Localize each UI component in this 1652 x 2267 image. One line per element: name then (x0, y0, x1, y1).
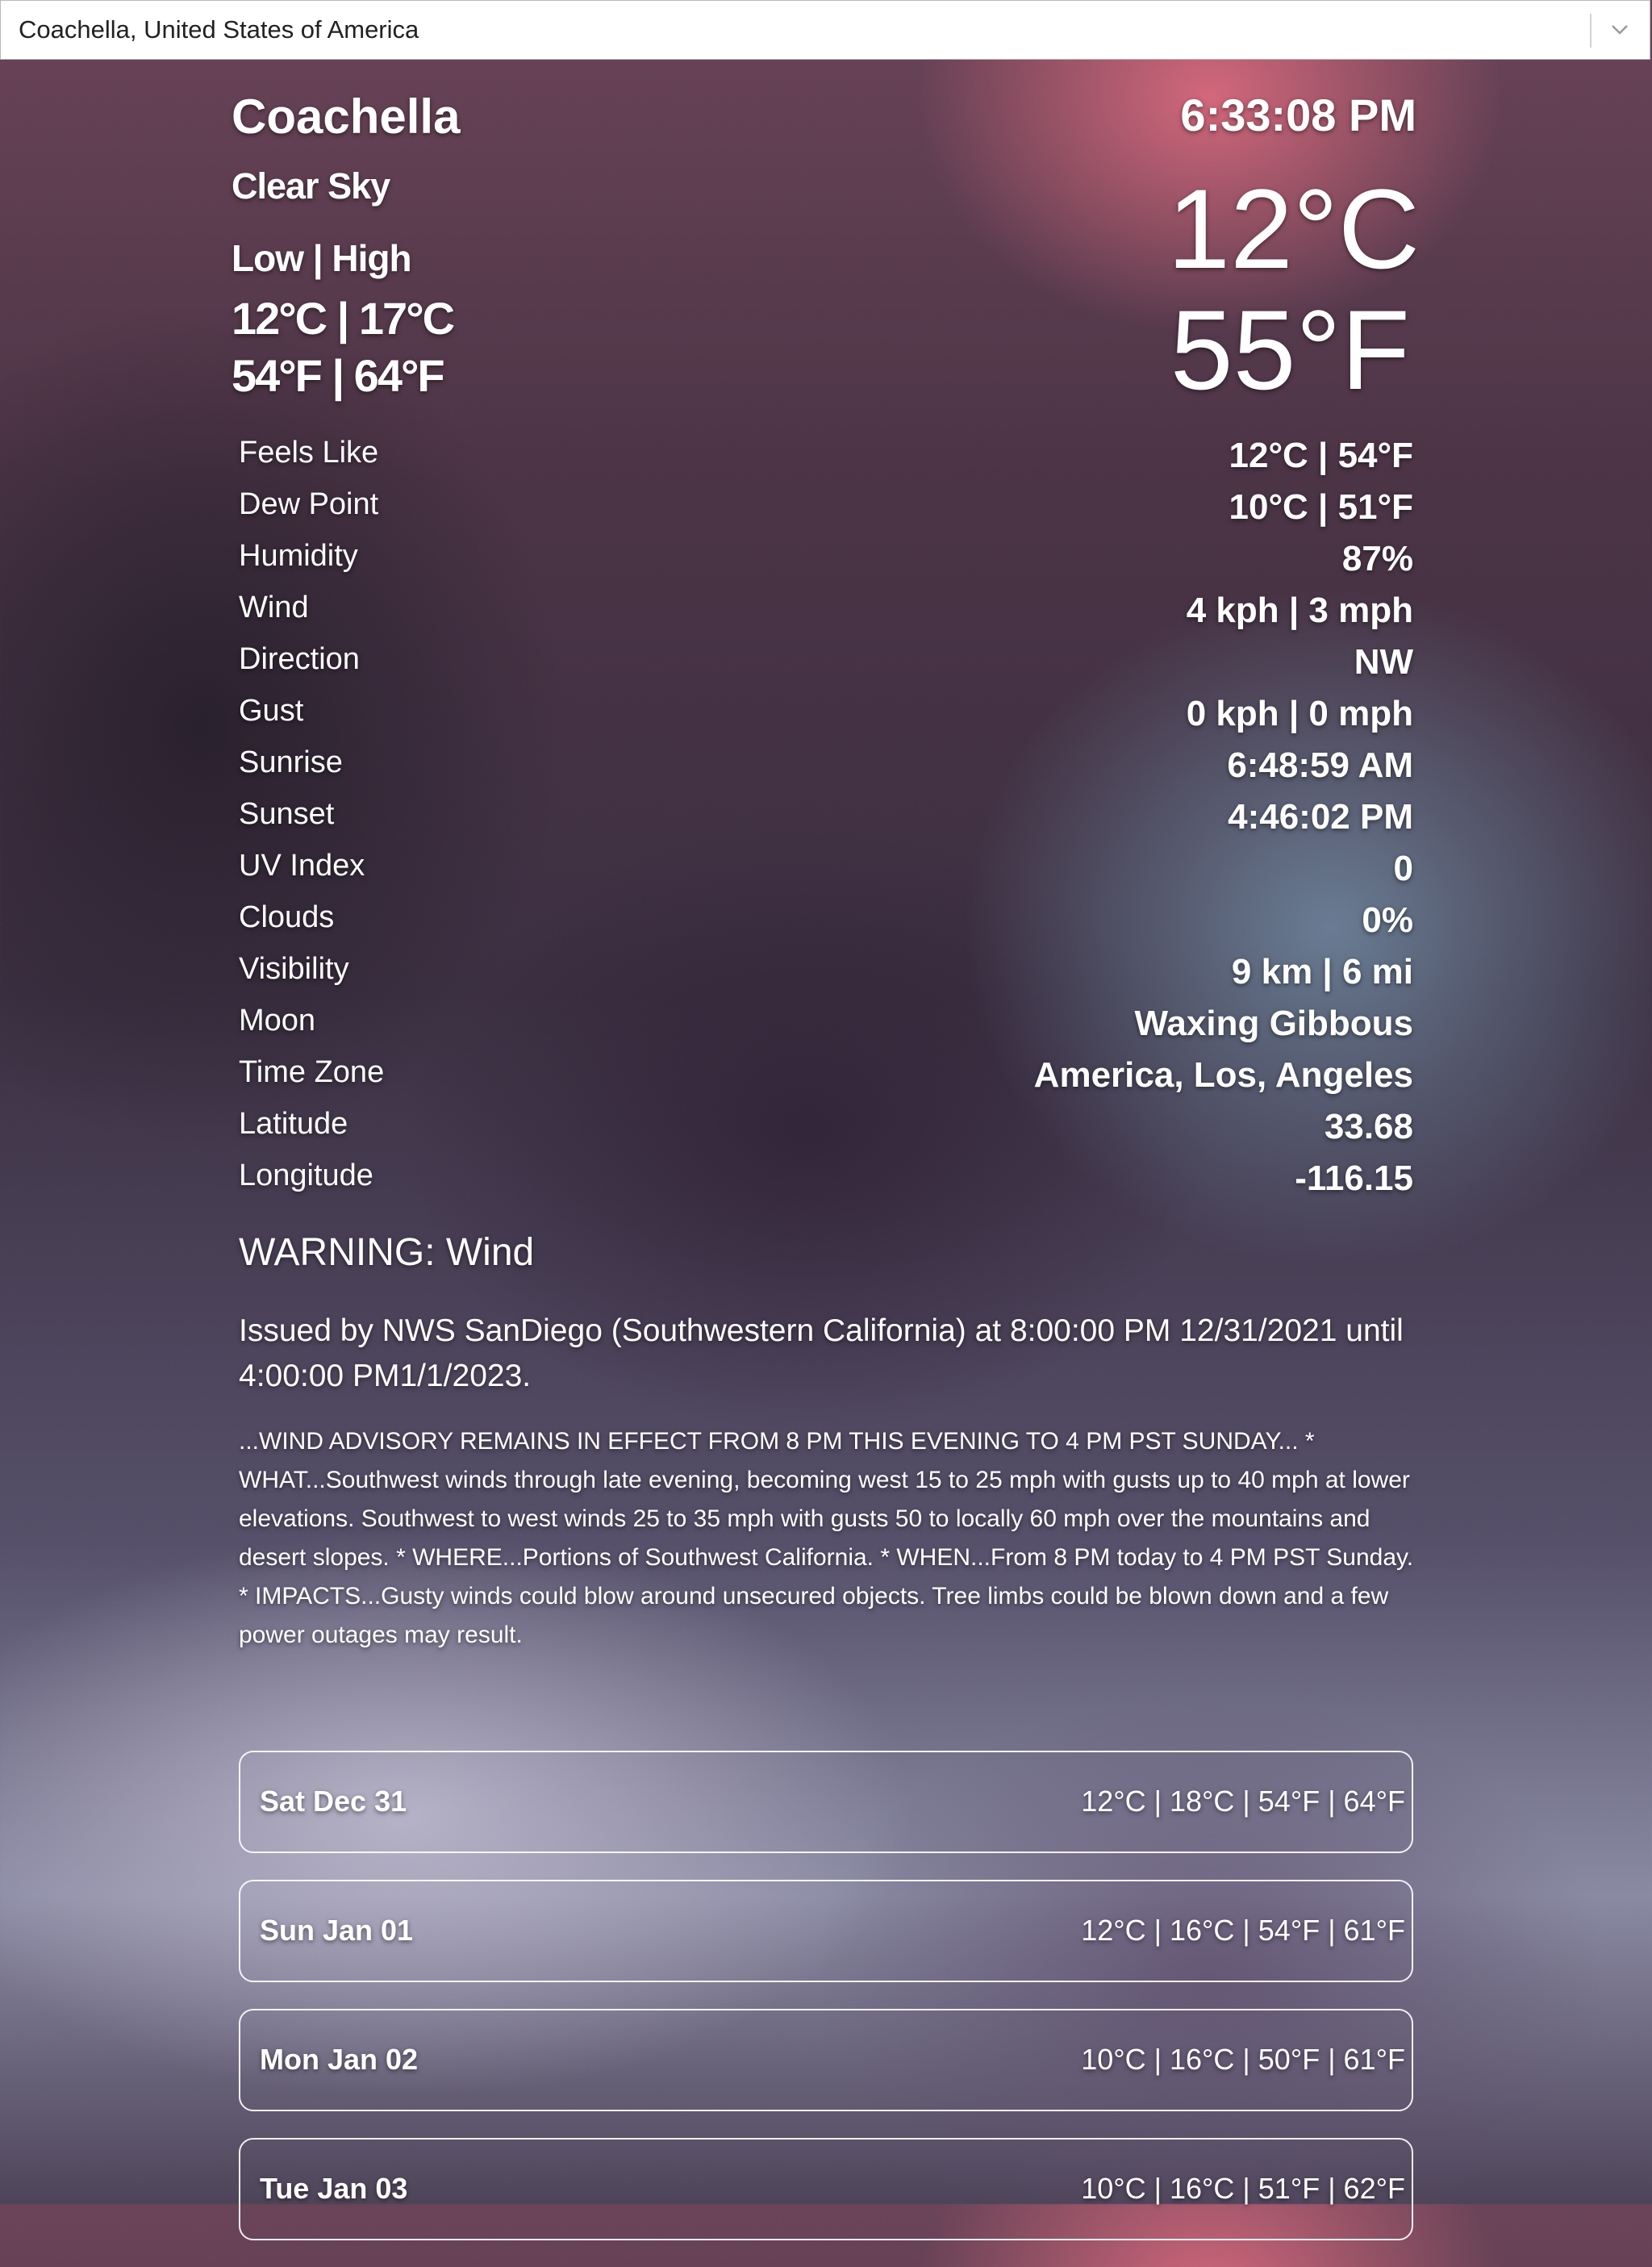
detail-label: Gust (239, 694, 304, 728)
detail-value: 4:46:02 PM (1228, 797, 1413, 837)
detail-label: Dew Point (239, 487, 379, 521)
low-high-celsius: 12°C | 17°C (232, 293, 455, 344)
low-high-label: Low | High (232, 237, 412, 279)
location-dropdown-value: Coachella, United States of America (19, 15, 419, 44)
detail-label: Direction (239, 642, 360, 676)
detail-value: 0% (1362, 900, 1413, 940)
detail-label: Visibility (239, 952, 349, 986)
detail-label: Sunset (239, 797, 335, 831)
detail-row-wind: Wind 4 kph | 3 mph (239, 587, 1413, 639)
forecast-day-card[interactable]: Sun Jan 01 12°C | 16°C | 54°F | 61°F (239, 1880, 1413, 1982)
detail-label: Longitude (239, 1159, 373, 1192)
detail-value: America, Los, Angeles (1033, 1055, 1413, 1095)
detail-value: 12°C | 54°F (1229, 436, 1414, 475)
detail-label: Feels Like (239, 436, 379, 470)
condition-text: Clear Sky (232, 165, 390, 207)
detail-row-time-zone: Time Zone America, Los, Angeles (239, 1052, 1413, 1104)
low-high-fahrenheit: 54°F | 64°F (232, 350, 445, 401)
forecast-day-temps: 10°C | 16°C | 50°F | 61°F (1081, 2043, 1405, 2076)
location-dropdown[interactable]: Coachella, United States of America (0, 0, 1650, 60)
detail-row-sunset: Sunset 4:46:02 PM (239, 794, 1413, 845)
detail-value: 4 kph | 3 mph (1186, 591, 1413, 630)
detail-row-gust: Gust 0 kph | 0 mph (239, 691, 1413, 742)
current-time: 6:33:08 PM (1180, 90, 1416, 140)
detail-value: 87% (1341, 539, 1413, 578)
detail-value: 10°C | 51°F (1229, 487, 1414, 527)
detail-label: Sunrise (239, 745, 343, 779)
detail-label: Moon (239, 1004, 316, 1037)
city-name: Coachella (232, 90, 461, 144)
current-temp-celsius: 12°C (1167, 165, 1420, 292)
forecast-day-temps: 12°C | 16°C | 54°F | 61°F (1081, 1914, 1405, 1947)
forecast-day-name: Tue Jan 03 (260, 2172, 408, 2205)
detail-row-latitude: Latitude 33.68 (239, 1104, 1413, 1155)
detail-label: Time Zone (239, 1055, 385, 1089)
detail-value: -116.15 (1295, 1159, 1413, 1198)
warning-description: ...WIND ADVISORY REMAINS IN EFFECT FROM … (239, 1428, 1414, 1648)
forecast-day-name: Mon Jan 02 (260, 2043, 419, 2076)
detail-value: 0 kph | 0 mph (1186, 694, 1413, 733)
warning-title: WARNING: Wind (239, 1231, 535, 1274)
forecast-day-name: Sun Jan 01 (260, 1914, 414, 1947)
detail-label: Humidity (239, 539, 358, 573)
forecast-day-temps: 10°C | 16°C | 51°F | 62°F (1081, 2172, 1405, 2205)
forecast-day-temps: 12°C | 18°C | 54°F | 64°F (1081, 1785, 1405, 1818)
detail-row-longitude: Longitude -116.15 (239, 1155, 1413, 1207)
forecast-day-card[interactable]: Tue Jan 03 10°C | 16°C | 51°F | 62°F (239, 2138, 1413, 2240)
detail-value: 6:48:59 AM (1227, 745, 1413, 785)
detail-value: Waxing Gibbous (1134, 1004, 1413, 1043)
detail-row-feels-like: Feels Like 12°C | 54°F (239, 432, 1413, 484)
detail-label: UV Index (239, 849, 365, 883)
current-temp-fahrenheit: 55°F (1170, 286, 1410, 413)
warning-issued: Issued by NWS SanDiego (Southwestern Cal… (239, 1313, 1404, 1393)
dropdown-separator (1590, 14, 1592, 48)
forecast-day-card[interactable]: Sat Dec 31 12°C | 18°C | 54°F | 64°F (239, 1751, 1413, 1853)
forecast-list: Sat Dec 31 12°C | 18°C | 54°F | 64°F Sun… (239, 1751, 1413, 2267)
detail-value: NW (1354, 642, 1413, 682)
detail-row-dew-point: Dew Point 10°C | 51°F (239, 484, 1413, 536)
detail-row-clouds: Clouds 0% (239, 897, 1413, 949)
forecast-day-card[interactable]: Mon Jan 02 10°C | 16°C | 50°F | 61°F (239, 2009, 1413, 2111)
detail-label: Wind (239, 591, 309, 624)
detail-row-humidity: Humidity 87% (239, 536, 1413, 587)
detail-row-sunrise: Sunrise 6:48:59 AM (239, 742, 1413, 794)
chevron-down-icon[interactable] (1608, 17, 1632, 41)
detail-value: 9 km | 6 mi (1231, 952, 1413, 992)
detail-row-uv-index: UV Index 0 (239, 845, 1413, 897)
forecast-day-name: Sat Dec 31 (260, 1785, 407, 1818)
detail-value: 0 (1393, 849, 1413, 888)
weather-details: Feels Like 12°C | 54°F Dew Point 10°C | 51… (239, 432, 1413, 1207)
detail-row-direction: Direction NW (239, 639, 1413, 691)
detail-label: Latitude (239, 1107, 348, 1141)
detail-label: Clouds (239, 900, 335, 934)
detail-value: 33.68 (1324, 1107, 1413, 1146)
detail-row-visibility: Visibility 9 km | 6 mi (239, 949, 1413, 1000)
detail-row-moon: Moon Waxing Gibbous (239, 1000, 1413, 1052)
